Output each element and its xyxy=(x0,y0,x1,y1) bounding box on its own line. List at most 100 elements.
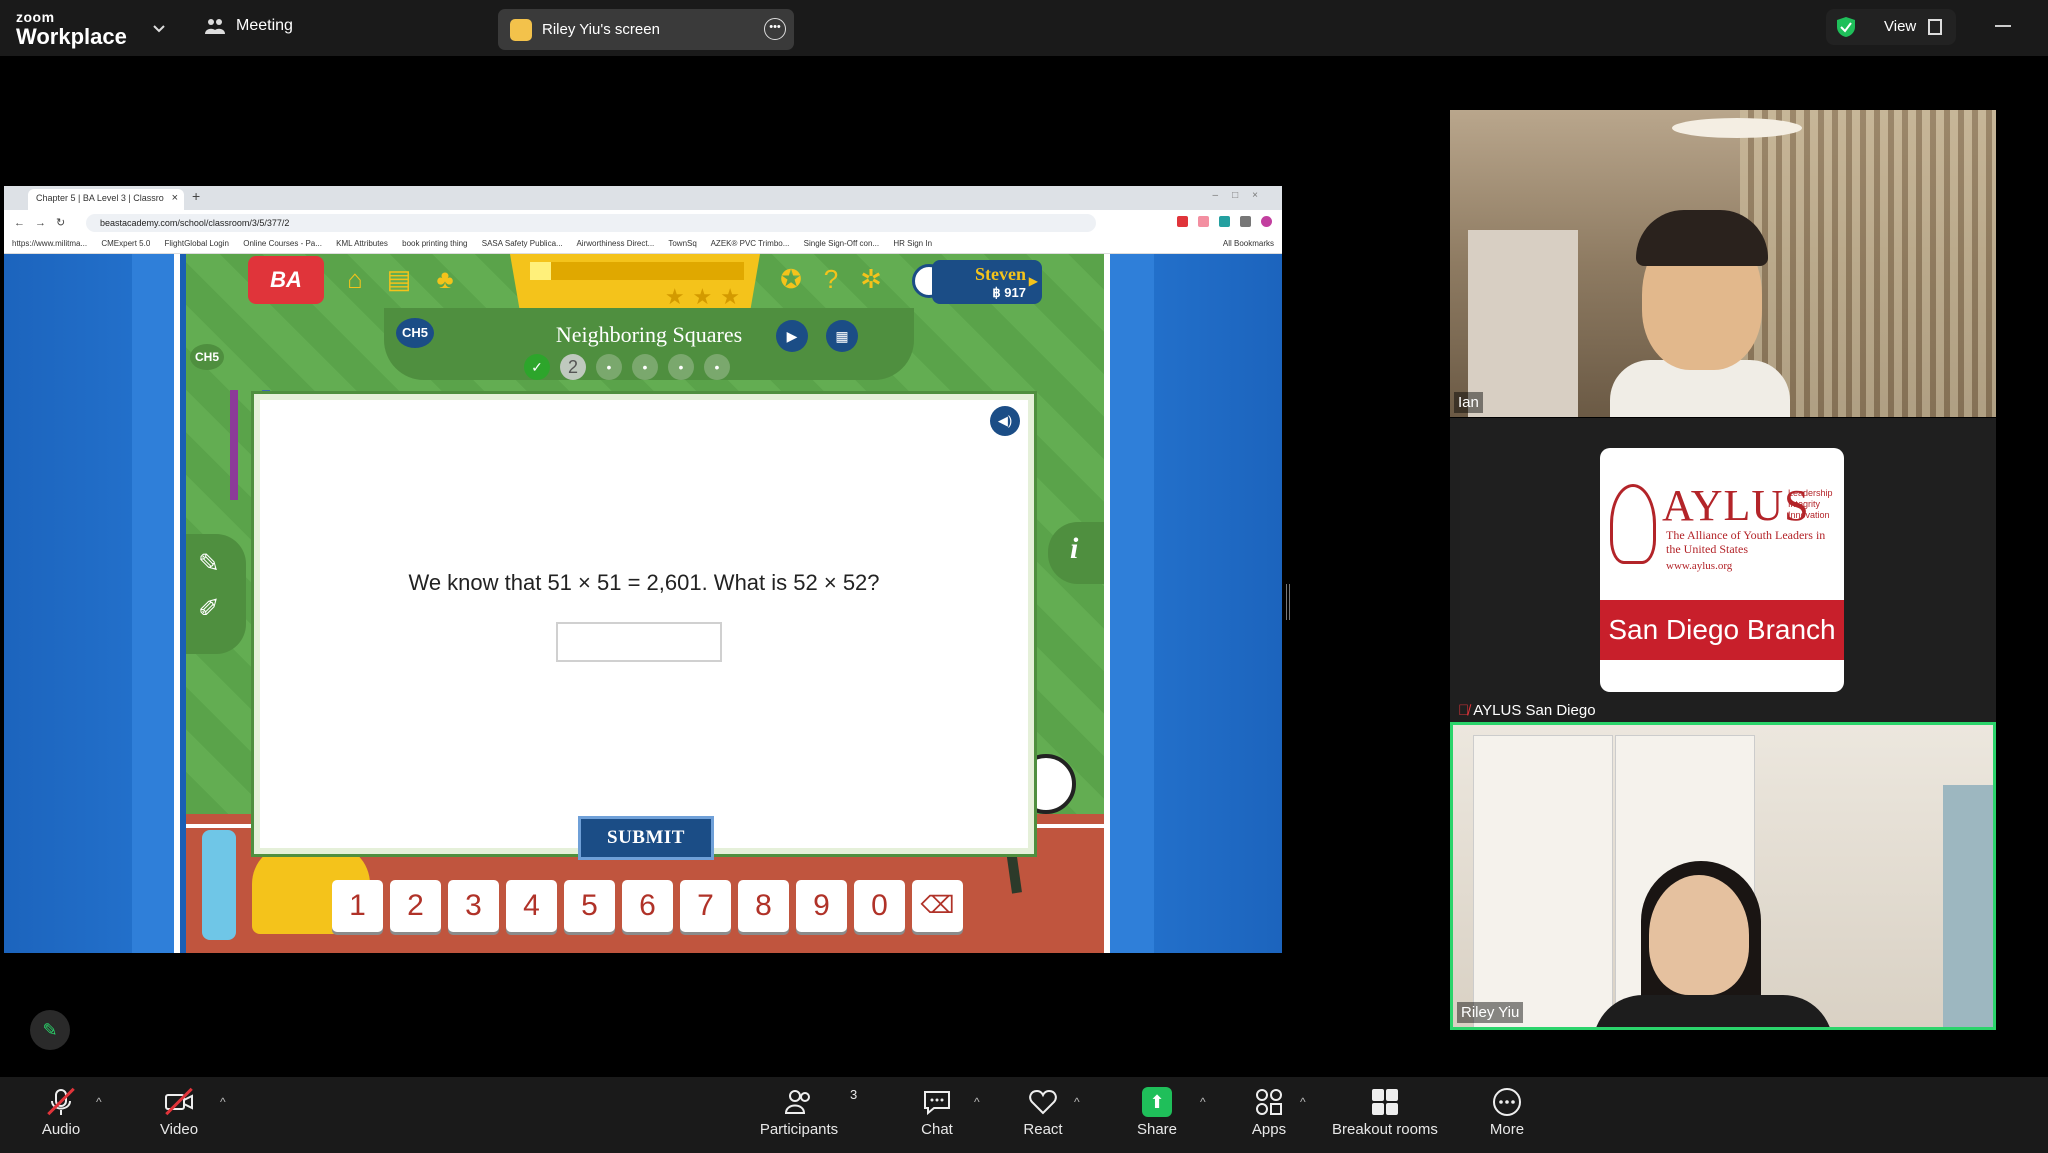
meeting-menu[interactable]: Meeting xyxy=(204,17,293,35)
pencil-icon[interactable]: ✎ xyxy=(198,548,246,579)
video-label: Video xyxy=(159,1121,199,1138)
backspace-icon[interactable]: ⌫ xyxy=(912,880,963,932)
new-tab-icon[interactable]: + xyxy=(192,188,200,204)
zoom-logo[interactable]: zoom Workplace xyxy=(16,10,127,48)
bookmark-item[interactable]: book printing thing xyxy=(402,239,467,248)
eraser-icon[interactable]: ✐ xyxy=(198,593,246,624)
share-button[interactable]: ⬆ Share xyxy=(1102,1087,1212,1138)
video-options-caret-icon[interactable]: ^ xyxy=(220,1095,226,1109)
help-icon[interactable]: ? xyxy=(816,264,846,294)
bookmark-item[interactable]: AZEK® PVC Trimbo... xyxy=(711,239,790,248)
question-dot-current[interactable]: 2 xyxy=(560,354,586,380)
numpad-key[interactable]: 3 xyxy=(448,880,499,932)
apps-label: Apps xyxy=(1251,1121,1287,1138)
chevron-down-icon[interactable] xyxy=(150,20,168,38)
more-button[interactable]: More xyxy=(1452,1087,1562,1138)
nav-buttons[interactable]: ←→↻ xyxy=(14,216,75,229)
bookmark-item[interactable]: HR Sign In xyxy=(893,239,932,248)
bookmark-item[interactable]: TownSq xyxy=(668,239,696,248)
bookmark-item[interactable]: FlightGlobal Login xyxy=(165,239,229,248)
bookmark-item[interactable]: https://www.militma... xyxy=(12,239,87,248)
extensions[interactable] xyxy=(1177,216,1272,227)
book-icon[interactable]: ▤ xyxy=(384,264,414,294)
speaker-icon[interactable]: ◀) xyxy=(990,406,1020,436)
annotate-pencil-icon[interactable]: ✎ xyxy=(30,1010,70,1050)
people-icon xyxy=(205,19,225,34)
extension-icon[interactable] xyxy=(1198,216,1209,227)
share-options-caret-icon[interactable]: ^ xyxy=(1200,1095,1206,1109)
browser-tab[interactable]: Chapter 5 | BA Level 3 | Classro × xyxy=(28,189,184,210)
more-options-icon[interactable]: ••• xyxy=(764,18,786,40)
home-icon[interactable]: ⌂ xyxy=(340,264,370,294)
panel-resize-handle[interactable] xyxy=(1286,584,1290,620)
react-options-caret-icon[interactable]: ^ xyxy=(1074,1095,1080,1109)
bookmark-item[interactable]: Single Sign-Off con... xyxy=(804,239,879,248)
bookmark-item[interactable]: CMExpert 5.0 xyxy=(101,239,150,248)
minimize-button[interactable] xyxy=(1995,25,2011,27)
numpad-key[interactable]: 4 xyxy=(506,880,557,932)
numpad-key[interactable]: 5 xyxy=(564,880,615,932)
numpad-key[interactable]: 2 xyxy=(390,880,441,932)
mic-muted-icon: 🎙̸ xyxy=(1458,702,1470,719)
participant-tile-ian[interactable]: Ian xyxy=(1450,110,1996,417)
answer-input[interactable] xyxy=(556,622,722,662)
chapter-side-badge[interactable]: CH5 xyxy=(190,344,224,370)
extension-icon[interactable] xyxy=(1219,216,1230,227)
info-button[interactable]: i xyxy=(1048,522,1104,584)
ba-logo-button[interactable]: BA xyxy=(248,256,324,304)
bookmark-item[interactable]: Airworthiness Direct... xyxy=(576,239,654,248)
participants-button[interactable]: 3 Participants xyxy=(744,1087,857,1138)
chat-label: Chat xyxy=(921,1121,953,1138)
share-label: Share xyxy=(1136,1121,1178,1138)
beast-academy-page: BA ⌂ ▤ ♣ ★★★ ✪ ? ✲ Steven ฿ 917 ▶ CH5 CH… xyxy=(4,254,1282,953)
logo-text-zoom: zoom xyxy=(16,9,55,25)
bookmark-item[interactable]: SASA Safety Publica... xyxy=(482,239,563,248)
numpad-key[interactable]: 8 xyxy=(738,880,789,932)
gear-icon[interactable]: ✲ xyxy=(856,264,886,294)
apps-options-caret-icon[interactable]: ^ xyxy=(1300,1095,1306,1109)
bookmark-item[interactable]: KML Attributes xyxy=(336,239,388,248)
question-dot-complete[interactable]: ✓ xyxy=(524,354,550,380)
game-nav: BA ⌂ ▤ ♣ ★★★ ✪ ? ✲ Steven ฿ 917 ▶ xyxy=(248,254,1042,312)
video-button[interactable]: Video xyxy=(124,1087,234,1138)
breakout-rooms-button[interactable]: Breakout rooms xyxy=(1320,1087,1450,1138)
play-video-icon[interactable]: ▶ xyxy=(776,320,808,352)
address-bar[interactable]: beastacademy.com/school/classroom/3/5/37… xyxy=(86,214,1096,232)
all-bookmarks[interactable]: All Bookmarks xyxy=(1223,239,1274,248)
extension-icon[interactable] xyxy=(1240,216,1251,227)
apps-button[interactable]: Apps xyxy=(1214,1087,1324,1138)
react-button[interactable]: React xyxy=(988,1087,1098,1138)
url-text: beastacademy.com/school/classroom/3/5/37… xyxy=(100,218,290,228)
puppet-icon[interactable]: ♣ xyxy=(430,264,460,294)
close-icon[interactable]: × xyxy=(172,192,178,204)
participant-name: Riley Yiu xyxy=(1457,1002,1524,1023)
lesson-header: CH5 Neighboring Squares ▶ ▦ ✓ 2 • • • • xyxy=(384,308,914,380)
guide-book-icon[interactable]: ▦ xyxy=(826,320,858,352)
video-off-icon xyxy=(164,1087,194,1117)
participant-tile-riley[interactable]: Riley Yiu xyxy=(1450,722,1996,1030)
window-controls[interactable]: –□× xyxy=(1213,190,1272,201)
submit-button[interactable]: SUBMIT xyxy=(578,816,714,860)
extension-icon[interactable] xyxy=(1177,216,1188,227)
zoom-window: zoom Workplace Meeting Riley Yiu's scree… xyxy=(0,0,2048,1153)
participants-icon: 3 xyxy=(784,1087,857,1117)
numpad-key[interactable]: 9 xyxy=(796,880,847,932)
participant-tile-aylus[interactable]: AYLUS Leadership Integrity Innovation Th… xyxy=(1450,418,1996,725)
participant-name: AYLUS San Diego xyxy=(1473,702,1596,719)
numpad-key[interactable]: 0 xyxy=(854,880,905,932)
audio-options-caret-icon[interactable]: ^ xyxy=(96,1095,102,1109)
numpad-key[interactable]: 1 xyxy=(332,880,383,932)
chat-icon xyxy=(922,1087,952,1117)
numpad-key[interactable]: 6 xyxy=(622,880,673,932)
numpad-key[interactable]: 7 xyxy=(680,880,731,932)
chat-options-caret-icon[interactable]: ^ xyxy=(974,1095,980,1109)
view-button[interactable]: View xyxy=(1826,9,1956,45)
profile-icon[interactable] xyxy=(1261,216,1272,227)
screen-share-indicator[interactable]: Riley Yiu's screen ••• xyxy=(498,9,794,50)
award-icon[interactable]: ✪ xyxy=(776,264,806,294)
user-badge[interactable]: Steven ฿ 917 ▶ xyxy=(932,260,1042,304)
user-points: ฿ 917 xyxy=(992,285,1026,300)
question-dot-locked: • xyxy=(668,354,694,380)
bookmark-item[interactable]: Online Courses - Pa... xyxy=(243,239,322,248)
browser-tab-strip: Chapter 5 | BA Level 3 | Classro × + –□× xyxy=(4,186,1282,210)
